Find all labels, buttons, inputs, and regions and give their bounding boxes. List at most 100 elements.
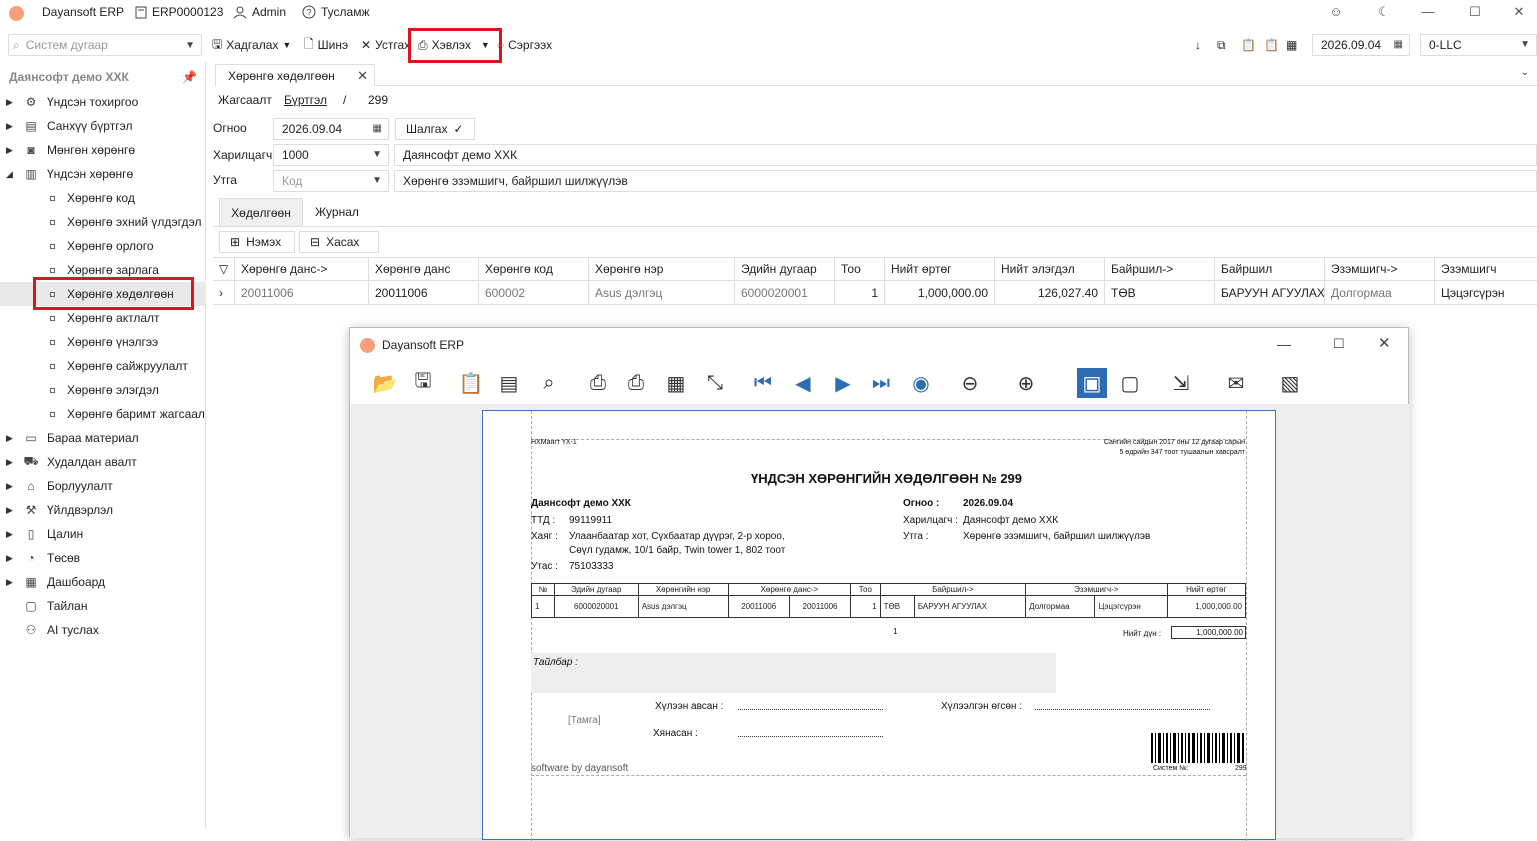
column-header[interactable]: Хөрөнгө код <box>479 257 589 281</box>
sidebar-item[interactable]: ◢ ▥ Үндсэн хөрөнгө <box>0 162 206 186</box>
column-header[interactable]: Нийт өртөг <box>885 257 995 281</box>
sidebar-item[interactable]: ▢ Тайлан <box>0 594 206 618</box>
sidebar-item[interactable]: ▶ ⌂ Борлуулалт <box>0 474 206 498</box>
sidebar-item[interactable]: ▶ ▭ Бараа материал <box>0 426 206 450</box>
prev-page-icon[interactable]: ◀ <box>788 368 818 398</box>
maximize-icon[interactable]: ☐ <box>1333 336 1345 352</box>
paste-icon[interactable]: 📋 <box>1241 33 1256 57</box>
close-icon[interactable]: ✕ <box>1378 334 1391 352</box>
sidebar-item[interactable]: ▶ ⚙ Үндсэн тохиргоо <box>0 90 206 114</box>
download-icon[interactable]: ↓ <box>1195 33 1201 57</box>
table-cell[interactable]: 6000020001 <box>735 281 835 305</box>
sidebar-item[interactable]: ▶ ⚒ Үйлдвэрлэл <box>0 498 206 522</box>
table-cell[interactable]: Цэцэгсүрэн <box>1435 281 1537 305</box>
column-header[interactable]: Тоо <box>835 257 885 281</box>
zoom-in-icon[interactable]: ⊕ <box>1011 368 1041 398</box>
database-selector[interactable]: ERP0000123 <box>135 5 223 19</box>
minimize-icon[interactable]: — <box>1418 4 1438 22</box>
table-cell[interactable]: 1,000,000.00 <box>885 281 995 305</box>
new-button[interactable]: 🗋 Шинэ <box>304 33 348 57</box>
column-header[interactable]: Эзэмшигч <box>1435 257 1537 281</box>
refresh-button[interactable]: ◌ Сэргээх <box>497 33 552 57</box>
breadcrumb-list[interactable]: Жагсаалт <box>218 93 272 107</box>
sidebar-subitem[interactable]: Хөрөнгө орлого <box>0 234 206 258</box>
filter-icon[interactable]: ▽ <box>213 257 235 281</box>
dark-mode-icon[interactable]: ☾ <box>1374 4 1394 22</box>
table-cell[interactable]: БАРУУН АГУУЛАХ <box>1215 281 1325 305</box>
table-cell[interactable]: 1 <box>835 281 885 305</box>
open-icon[interactable]: 📂 <box>370 368 400 398</box>
single-page-icon[interactable]: ▣ <box>1077 368 1107 398</box>
company-selector[interactable]: 0-LLC ▼ <box>1420 34 1537 56</box>
table-row[interactable]: › 20011006 20011006 600002 Asus дэлгэц 600002… <box>213 281 1537 305</box>
quick-print-icon[interactable]: ⎙ <box>621 368 651 398</box>
sidebar-subitem[interactable]: Хөрөнгө элэгдэл <box>0 378 206 402</box>
user-menu[interactable]: Admin <box>233 5 286 19</box>
watermark-icon[interactable]: ▧ <box>1275 368 1305 398</box>
page-setup-icon[interactable]: ▦ <box>661 368 691 398</box>
remove-button[interactable]: ⊟ Хасах <box>299 231 379 253</box>
work-date-field[interactable]: 2026.09.04 ▦ <box>1312 34 1410 56</box>
column-header[interactable]: Байршил-> <box>1105 257 1215 281</box>
sidebar-subitem[interactable]: Хөрөнгө эхний үлдэгдэл <box>0 210 206 234</box>
sidebar-item[interactable]: ▶ ⛟ Худалдан авалт <box>0 450 206 474</box>
table-cell[interactable]: 126,027.40 <box>995 281 1105 305</box>
clipboard-icon[interactable]: 📋 <box>456 368 486 398</box>
table-cell[interactable]: Asus дэлгэц <box>589 281 735 305</box>
tab-movement[interactable]: Хөдөлгөөн <box>219 198 303 226</box>
table-cell[interactable]: 20011006 <box>235 281 369 305</box>
note-text-field[interactable]: Хөрөнгө эзэмшигч, байршил шилжүүлэв <box>394 170 1537 192</box>
column-header[interactable]: Нийт элэгдэл <box>995 257 1105 281</box>
close-icon[interactable]: ✕ <box>1509 4 1529 22</box>
sidebar-item[interactable]: ▶ ▦ Дашбоард <box>0 570 206 594</box>
tab-asset-movement[interactable]: Хөрөнгө хөдөлгөөн ✕ <box>215 64 375 86</box>
breadcrumb-register[interactable]: Бүртгэл <box>284 93 327 107</box>
next-page-icon[interactable]: ▶ <box>828 368 858 398</box>
close-tab-icon[interactable]: ✕ <box>357 68 368 84</box>
last-page-icon[interactable]: ⏭ <box>866 368 896 398</box>
sidebar-subitem[interactable]: Хөрөнгө сайжруулалт <box>0 354 206 378</box>
first-page-icon[interactable]: ⏮ <box>748 368 778 398</box>
table-cell[interactable]: 20011006 <box>369 281 479 305</box>
system-number-search[interactable]: ⌕ Систем дугаар ▼ <box>8 34 202 56</box>
column-header[interactable]: Хөрөнгө данс <box>369 257 479 281</box>
save-button[interactable]: 🖫 Хадгалах ▼ <box>212 33 291 57</box>
zoom-out-icon[interactable]: ⊖ <box>955 368 985 398</box>
multi-page-icon[interactable]: ▢ <box>1115 368 1145 398</box>
sidebar-subitem[interactable]: Хөрөнгө үнэлгээ <box>0 330 206 354</box>
copy-icon[interactable]: ⧉ <box>1217 33 1226 57</box>
sidebar-item[interactable]: ▶ ▯ Цалин <box>0 522 206 546</box>
table-cell[interactable]: ТӨВ <box>1105 281 1215 305</box>
tab-journal[interactable]: Журнал <box>305 198 369 226</box>
table-cell[interactable]: Долгормаа <box>1325 281 1435 305</box>
fit-page-icon[interactable]: ⤡ <box>700 368 730 398</box>
check-button[interactable]: Шалгах ✓ <box>395 118 475 140</box>
partner-code-field[interactable]: 1000 ▼ <box>273 144 389 166</box>
maximize-icon[interactable]: ☐ <box>1465 4 1485 22</box>
form-icon[interactable]: ▤ <box>494 368 524 398</box>
minimize-icon[interactable]: — <box>1277 336 1291 352</box>
note-code-field[interactable]: Код ▼ <box>273 170 389 192</box>
print-icon[interactable]: ⎙ <box>583 368 613 398</box>
find-icon[interactable]: ⌕ <box>534 368 564 398</box>
navigate-icon[interactable]: ◉ <box>906 368 936 398</box>
sidebar-item[interactable]: ▶ ◙ Мөнгөн хөрөнгө <box>0 138 206 162</box>
sidebar-item[interactable]: ⚇ AI туслах <box>0 618 206 642</box>
row-expand-icon[interactable]: › <box>213 281 235 305</box>
excel-icon[interactable]: ▦ <box>1286 33 1297 57</box>
chevron-down-icon[interactable]: ⌄ <box>1521 67 1529 78</box>
column-header[interactable]: Эзэмшигч-> <box>1325 257 1435 281</box>
add-button[interactable]: ⊞ Нэмэх <box>219 231 295 253</box>
help-menu[interactable]: ? Тусламж <box>302 5 369 19</box>
column-header[interactable]: Байршил <box>1215 257 1325 281</box>
pin-icon[interactable]: 📌 <box>182 70 197 84</box>
column-header[interactable]: Хөрөнгө нэр <box>589 257 735 281</box>
sidebar-item[interactable]: ▶ ◔ Төсөв <box>0 546 206 570</box>
email-icon[interactable]: ✉ <box>1221 368 1251 398</box>
date-field[interactable]: 2026.09.04 ▦ <box>273 118 389 140</box>
table-cell[interactable]: 600002 <box>479 281 589 305</box>
sidebar-subitem[interactable]: Хөрөнгө баримт жагсаал <box>0 402 206 426</box>
sidebar-item[interactable]: ▶ ▤ Санхүү бүртгэл <box>0 114 206 138</box>
export-icon[interactable]: ⇲ <box>1166 368 1196 398</box>
column-header[interactable]: Эдийн дугаар <box>735 257 835 281</box>
